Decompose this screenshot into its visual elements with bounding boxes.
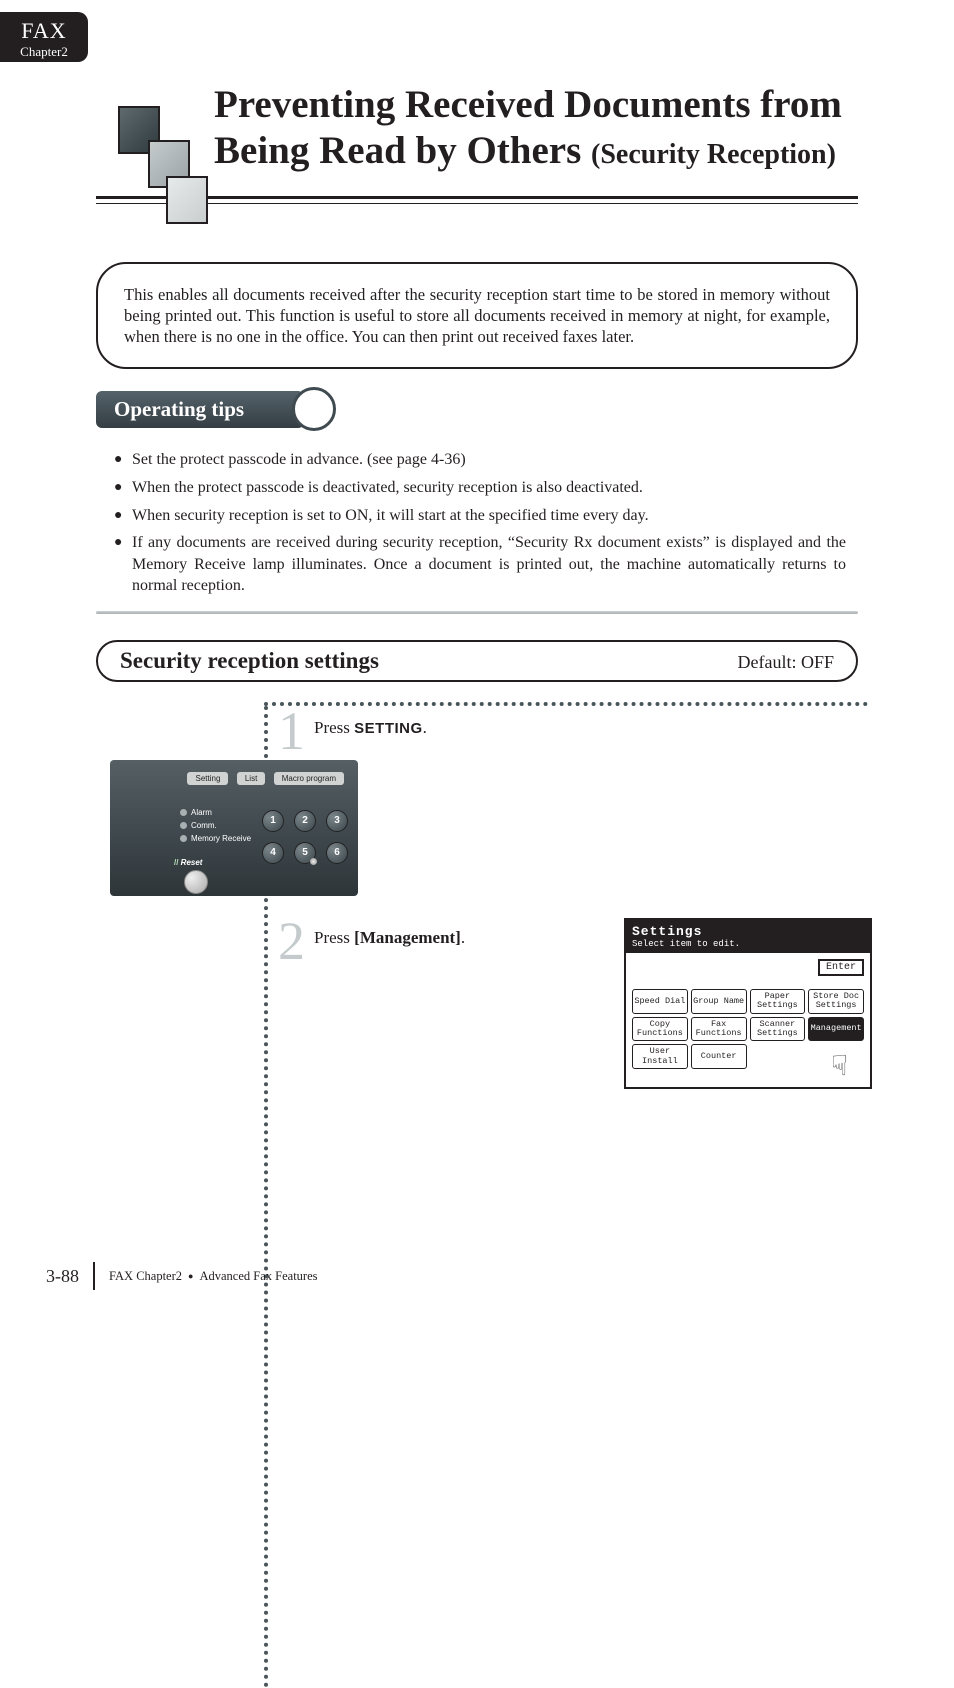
btn-speed-dial[interactable]: Speed Dial (632, 989, 688, 1014)
block-icon-3 (166, 176, 208, 224)
footer-separator (93, 1262, 95, 1290)
btn-group-name[interactable]: Group Name (691, 989, 747, 1014)
page-footer: 3-88 FAX Chapter2 ● Advanced Fax Feature… (46, 1262, 318, 1290)
btn-management[interactable]: Management (808, 1017, 864, 1042)
settings-grid: Speed Dial Group Name Paper Settings Sto… (632, 989, 864, 1069)
step-2: 2 Press [Management]. Settings Select it… (96, 918, 858, 1128)
tips-list: Set the protect passcode in advance. (se… (96, 449, 858, 597)
bullet-icon: ● (188, 1271, 193, 1281)
hand-pointer-icon: ☟ (831, 1055, 848, 1083)
keypad-row: 4 5 6 (262, 842, 348, 864)
keypad-row: 1 2 3 (262, 810, 348, 832)
breadcrumb: FAX Chapter2 ● Advanced Fax Features (109, 1269, 318, 1284)
tab-line2: Chapter2 (0, 44, 88, 60)
control-panel-illustration: Setting List Macro program Alarm Comm. M… (110, 760, 358, 896)
btn-fax-functions[interactable]: Fax Functions (691, 1017, 747, 1042)
page-content: This enables all documents received afte… (96, 262, 858, 1128)
title-line2-strong: Being Read by Others (214, 129, 581, 172)
header-rule-thin (96, 203, 858, 204)
step-bold: SETTING (354, 720, 423, 737)
led-label: Alarm (191, 806, 212, 819)
page-title: Preventing Received Documents from Being… (214, 76, 858, 174)
screen-header: Settings Select item to edit. (626, 920, 870, 953)
tips-bottom-rule (96, 611, 858, 614)
tips-item: If any documents are received during sec… (114, 532, 846, 597)
enter-button[interactable]: Enter (818, 959, 864, 976)
keypad-key-1[interactable]: 1 (262, 810, 284, 832)
led-label: Comm. (191, 819, 217, 832)
page-number: 3-88 (46, 1266, 79, 1287)
btn-store-doc-settings[interactable]: Store Doc Settings (808, 989, 864, 1014)
screen-title: Settings (632, 924, 864, 939)
step-post: . (423, 718, 427, 737)
led-memory-receive: Memory Receive (180, 832, 251, 845)
step-number: 1 (278, 700, 305, 762)
btn-paper-settings[interactable]: Paper Settings (750, 989, 806, 1014)
keypad-key-3[interactable]: 3 (326, 810, 348, 832)
tips-circle-icon (292, 387, 336, 431)
dotted-rule-horiz (264, 702, 868, 706)
panel-macro-button[interactable]: Macro program (274, 772, 344, 785)
panel-keypad: 1 2 3 4 5 6 (262, 810, 348, 864)
led-label: Memory Receive (191, 832, 251, 845)
header-rule-thick (96, 196, 858, 199)
keypad-key-4[interactable]: 4 (262, 842, 284, 864)
btn-scanner-settings[interactable]: Scanner Settings (750, 1017, 806, 1042)
step-pre: Press (314, 928, 354, 947)
chapter-tab: FAX Chapter2 (0, 12, 88, 62)
title-line2-paren: (Security Reception) (591, 139, 836, 170)
breadcrumb-part1: FAX Chapter2 (109, 1269, 182, 1284)
title-line2: Being Read by Others (Security Reception… (214, 128, 858, 174)
led-comm: Comm. (180, 819, 251, 832)
led-dot-icon (180, 835, 187, 842)
btn-user-install[interactable]: User Install (632, 1044, 688, 1069)
btn-copy-functions[interactable]: Copy Functions (632, 1017, 688, 1042)
panel-setting-button[interactable]: Setting (187, 772, 228, 785)
step-text: Press [Management]. (314, 928, 465, 948)
panel-leds: Alarm Comm. Memory Receive (180, 806, 251, 845)
step-text: Press SETTING. (314, 718, 427, 738)
screen-body: Enter Speed Dial Group Name Paper Settin… (626, 953, 870, 1087)
step-pre: Press (314, 718, 354, 737)
tips-heading-wrap: Operating tips (96, 391, 858, 433)
breadcrumb-part2: Advanced Fax Features (199, 1269, 317, 1284)
step-1: 1 Press SETTING. Setting List Macro prog… (96, 708, 858, 918)
led-dot-icon (180, 809, 187, 816)
tips-heading: Operating tips (96, 391, 304, 428)
title-line1: Preventing Received Documents from (214, 82, 858, 128)
panel-reset-button[interactable] (184, 870, 208, 894)
section-default: Default: OFF (738, 652, 835, 673)
panel-reset-label: Reset (174, 858, 202, 867)
keypad-key-2[interactable]: 2 (294, 810, 316, 832)
tips-item: When security reception is set to ON, it… (114, 505, 846, 527)
led-alarm: Alarm (180, 806, 251, 819)
intro-box: This enables all documents received afte… (96, 262, 858, 369)
panel-top-buttons: Setting List Macro program (187, 768, 348, 786)
keypad-key-6[interactable]: 6 (326, 842, 348, 864)
step-number: 2 (278, 910, 305, 972)
panel-list-button[interactable]: List (237, 772, 265, 785)
step-post: . (461, 928, 465, 947)
btn-counter[interactable]: Counter (691, 1044, 747, 1069)
header-icon (106, 98, 198, 206)
step-bold: [Management] (354, 928, 461, 947)
tips-item: When the protect passcode is deactivated… (114, 477, 846, 499)
screen-subtitle: Select item to edit. (632, 939, 864, 949)
tips-item: Set the protect passcode in advance. (se… (114, 449, 846, 471)
keypad-key-5[interactable]: 5 (294, 842, 316, 864)
section-header: Security reception settings Default: OFF (96, 640, 858, 682)
steps-area: 1 Press SETTING. Setting List Macro prog… (96, 708, 858, 1128)
section-title: Security reception settings (120, 648, 379, 674)
led-dot-icon (180, 822, 187, 829)
screen-settings-illustration: Settings Select item to edit. Enter Spee… (624, 918, 872, 1089)
tab-line1: FAX (0, 18, 88, 44)
page-header: Preventing Received Documents from Being… (96, 76, 858, 204)
